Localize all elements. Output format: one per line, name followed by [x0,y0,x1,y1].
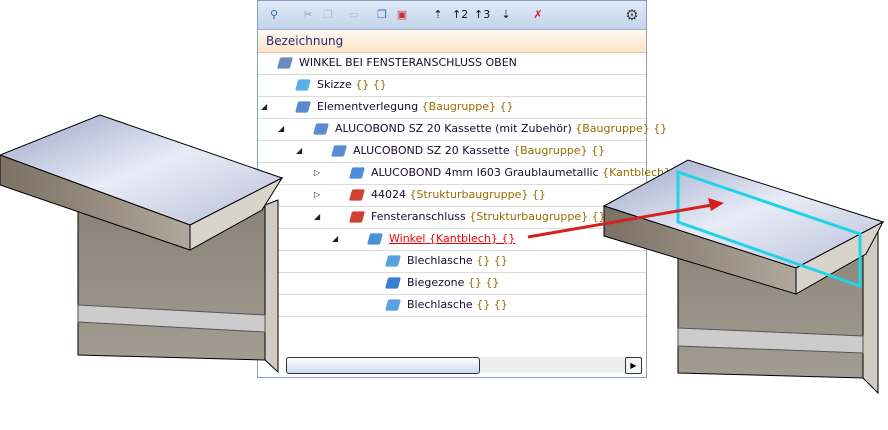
tree-row[interactable]: ◢ Fensteranschluss {Strukturbaugruppe} {} [258,206,646,229]
node-attributes: {Baugruppe} {} [421,100,514,113]
node-name: Skizze [317,78,352,91]
tree-row[interactable]: Skizze {} {} [258,74,646,97]
tree-row[interactable]: ▷ ALUCOBOND 4mm I603 Graublaumetallic {Ka… [258,162,689,185]
tree-row[interactable]: ▷ 44024 {Strukturbaugruppe} {} [258,184,646,207]
node-name: Elementverlegung [317,100,419,113]
tree-row[interactable]: ◢ ALUCOBOND SZ 20 Kassette {Baugruppe} {} [258,140,646,163]
tree-row[interactable]: WINKEL BEI FENSTERANSCHLUSS OBEN [258,52,646,75]
level-2-icon[interactable]: ↑2 [452,7,468,23]
search-icon[interactable]: ⚲ [266,7,282,23]
node-name: Blechlasche [407,254,473,267]
column-header-bezeichnung[interactable]: Bezeichnung [258,30,646,53]
model-view-left [0,114,284,374]
copy-icon[interactable]: ❐ [320,7,336,23]
node-attributes: {Baugruppe} {} [513,144,606,157]
sketch-icon [295,79,311,91]
node-name: 44024 [371,188,406,201]
tree-row-label[interactable]: Winkel {Kantblech} {} [389,228,515,250]
tree-row-label[interactable]: Blechlasche {} {} [407,250,508,272]
node-attributes: {Strukturbaugruppe} {} [469,210,606,223]
node-name: ALUCOBOND SZ 20 Kassette (mit Zubehör) [335,122,572,135]
tree-row[interactable]: ◢ ALUCOBOND SZ 20 Kassette (mit Zubehör) … [258,118,667,141]
node-name: Fensteranschluss [371,210,466,223]
node-name: Biegezone [407,276,465,289]
toolbar: ⚲ ✂ ❐ ▭ ❐ ▣ ⇡ ↑2 ↑3 ⇣ ✗ ⚙ [258,1,646,30]
tree-row[interactable]: ◢ Elementverlegung {Baugruppe} {} [258,96,646,119]
copy-special-icon[interactable]: ❐ [374,7,390,23]
node-name: Blechlasche [407,298,473,311]
cut-icon[interactable]: ✂ [300,7,316,23]
tree-row-label[interactable]: Skizze {} {} [317,74,387,96]
tree-row-label[interactable]: ALUCOBOND SZ 20 Kassette (mit Zubehör) {… [335,118,667,140]
assembly-group-icon [331,145,347,157]
level-3-icon[interactable]: ↑3 [474,7,490,23]
node-attributes: {} {} [355,78,387,91]
tree-row-label[interactable]: WINKEL BEI FENSTERANSCHLUSS OBEN [299,52,517,74]
structure-assembly-icon [349,189,365,201]
sheet-metal-main-icon [349,167,365,179]
node-name: Winkel {Kantblech} {} [389,232,516,245]
structure-tree-panel: ⚲ ✂ ❐ ▭ ❐ ▣ ⇡ ↑2 ↑3 ⇣ ✗ ⚙ Bezeichnung WI… [257,0,689,378]
expand-all-icon[interactable]: ⇣ [498,7,514,23]
expander-icon[interactable]: ◢ [332,228,338,250]
tree-row-label[interactable]: Blechlasche {} {} [407,294,508,316]
paste-icon[interactable]: ▭ [346,7,362,23]
node-attributes: {Strukturbaugruppe} {} [409,188,546,201]
sheet-metal-icon [367,233,383,245]
assembly-icon [277,57,293,69]
node-name: WINKEL BEI FENSTERANSCHLUSS OBEN [299,56,517,69]
node-name: ALUCOBOND 4mm I603 Graublaumetallic [371,166,599,179]
tree-row-label[interactable]: Biegezone {} {} [407,272,499,294]
sort-clear-icon[interactable]: ✗ [530,7,546,23]
node-attributes: {} {} [476,254,508,267]
node-attributes: {Baugruppe} {} [575,122,668,135]
tree-row[interactable]: Blechlasche {} {} [258,250,646,273]
structure-assembly-icon [349,211,365,223]
tree-row-label[interactable]: Elementverlegung {Baugruppe} {} [317,96,514,118]
horizontal-scrollbar[interactable]: ▶ [286,357,642,374]
level-1-icon[interactable]: ⇡ [430,7,446,23]
model-view-right [602,159,885,395]
settings-icon[interactable]: ⚙ [624,7,640,23]
expander-icon[interactable]: ▷ [314,184,320,206]
assembly-group-icon [313,123,329,135]
tree-row[interactable]: Biegezone {} {} [258,272,646,295]
paste-special-icon[interactable]: ▣ [394,7,410,23]
node-attributes: {} {} [476,298,508,311]
tree-row-label[interactable]: ALUCOBOND SZ 20 Kassette {Baugruppe} {} [353,140,605,162]
bend-zone-icon [385,277,401,289]
flange-icon [385,255,401,267]
node-attributes: {} {} [467,276,500,289]
tree-row[interactable]: ◢ Winkel {Kantblech} {} [258,228,646,251]
scrollbar-thumb[interactable] [286,357,480,374]
expander-icon[interactable]: ▷ [314,162,320,184]
tree-row-label[interactable]: 44024 {Strukturbaugruppe} {} [371,184,546,206]
tree-row[interactable]: Blechlasche {} {} [258,294,646,317]
expander-icon[interactable]: ◢ [314,206,320,228]
tree-row-label[interactable]: Fensteranschluss {Strukturbaugruppe} {} [371,206,606,228]
flange-icon [385,299,401,311]
node-name: ALUCOBOND SZ 20 Kassette [353,144,510,157]
